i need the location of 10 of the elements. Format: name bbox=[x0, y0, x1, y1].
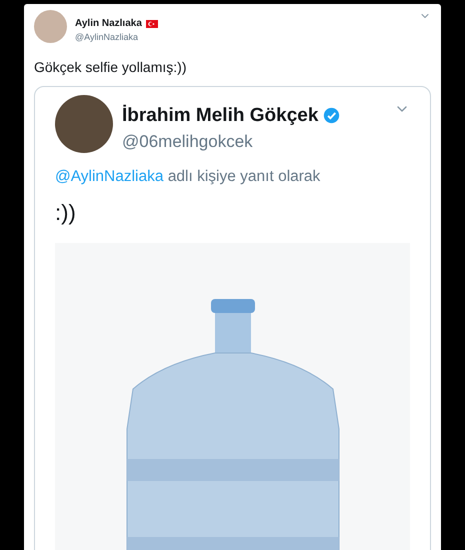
flag-icon bbox=[146, 20, 158, 28]
author-name[interactable]: İbrahim Melih Gökçek bbox=[122, 104, 318, 128]
quoted-tweet[interactable]: İbrahim Melih Gökçek @06melihgokcek @AylinNazliaka adlı kişiye yanıt olarak :)) bbox=[34, 86, 431, 550]
author-name[interactable]: Aylin Nazlıaka bbox=[75, 16, 142, 31]
water-bottle-photo[interactable] bbox=[55, 243, 410, 550]
quoted-tweet-text: :)) bbox=[55, 199, 77, 227]
reply-context: @AylinNazliaka adlı kişiye yanıt olarak bbox=[55, 166, 322, 187]
author-handle[interactable]: @AylinNazliaka bbox=[75, 31, 158, 44]
author-handle[interactable]: @06melihgokcek bbox=[122, 129, 340, 155]
tweet-text: Gökçek selfie yollamış:)) bbox=[34, 58, 188, 77]
